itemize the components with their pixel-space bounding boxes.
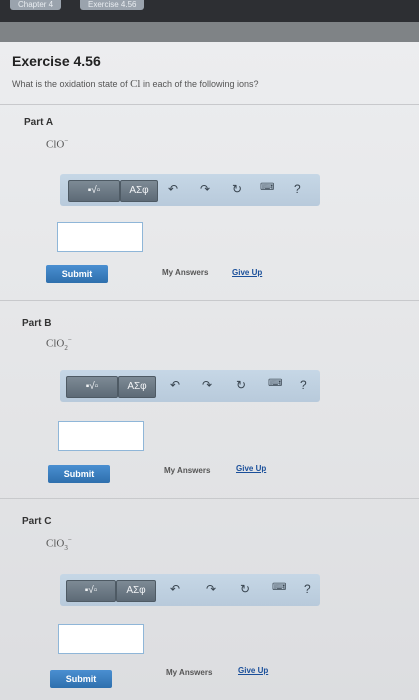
templates-button[interactable]: ▪√▫	[66, 580, 116, 602]
help-button[interactable]: ?	[300, 378, 307, 392]
redo-icon[interactable]: ↷	[200, 182, 210, 196]
part-b-give-up-link[interactable]: Give Up	[236, 464, 266, 473]
part-a-math-toolbar: ▪√▫ ΑΣφ ↶ ↷ ↻ ⌨ ?	[60, 174, 320, 206]
part-a-my-answers-link[interactable]: My Answers	[162, 268, 208, 277]
part-b-formula: ClO2−	[46, 336, 72, 352]
part-c-label: Part C	[22, 516, 52, 527]
part-a-give-up-link[interactable]: Give Up	[232, 268, 262, 277]
breadcrumb-chapter[interactable]: Chapter 4	[10, 0, 62, 10]
part-c-math-toolbar: ▪√▫ ΑΣφ ↶ ↷ ↻ ⌨ ?	[60, 574, 320, 606]
keyboard-icon[interactable]: ⌨	[260, 182, 274, 193]
keyboard-icon[interactable]: ⌨	[268, 378, 282, 389]
part-a-answer-input[interactable]	[57, 222, 143, 252]
header-band	[0, 22, 419, 42]
element-symbol: Cl	[130, 78, 141, 90]
breadcrumb-exercise[interactable]: Exercise 4.56	[80, 0, 145, 10]
part-a-submit-button[interactable]: Submit	[46, 265, 108, 283]
symbols-button[interactable]: ΑΣφ	[118, 376, 156, 398]
divider	[0, 498, 419, 499]
undo-icon[interactable]: ↶	[168, 182, 178, 196]
part-c-submit-button[interactable]: Submit	[50, 670, 112, 688]
top-nav-bar: Chapter 4 Exercise 4.56	[0, 0, 419, 22]
part-b-answer-input[interactable]	[58, 421, 144, 451]
symbols-button[interactable]: ΑΣφ	[116, 580, 156, 602]
exercise-question: What is the oxidation state of Cl in eac…	[12, 78, 259, 90]
part-b-my-answers-link[interactable]: My Answers	[164, 466, 210, 475]
keyboard-icon[interactable]: ⌨	[272, 582, 286, 593]
reset-icon[interactable]: ↻	[240, 582, 250, 596]
redo-icon[interactable]: ↷	[206, 582, 216, 596]
divider	[0, 104, 419, 105]
divider	[0, 300, 419, 301]
undo-icon[interactable]: ↶	[170, 582, 180, 596]
part-c-formula: ClO3−	[46, 536, 72, 552]
part-b-label: Part B	[22, 318, 52, 329]
part-a-label: Part A	[24, 117, 54, 128]
reset-icon[interactable]: ↻	[236, 378, 246, 392]
templates-button[interactable]: ▪√▫	[68, 180, 120, 202]
help-button[interactable]: ?	[294, 182, 301, 196]
part-b-submit-button[interactable]: Submit	[48, 465, 110, 483]
symbols-button[interactable]: ΑΣφ	[120, 180, 158, 202]
part-c-my-answers-link[interactable]: My Answers	[166, 668, 212, 677]
reset-icon[interactable]: ↻	[232, 182, 242, 196]
part-c-answer-input[interactable]	[58, 624, 144, 654]
exercise-title: Exercise 4.56	[12, 53, 101, 69]
templates-button[interactable]: ▪√▫	[66, 376, 118, 398]
help-button[interactable]: ?	[304, 582, 311, 596]
redo-icon[interactable]: ↷	[202, 378, 212, 392]
undo-icon[interactable]: ↶	[170, 378, 180, 392]
part-a-formula: ClO−	[46, 137, 69, 151]
part-b-math-toolbar: ▪√▫ ΑΣφ ↶ ↷ ↻ ⌨ ?	[60, 370, 320, 402]
part-c-give-up-link[interactable]: Give Up	[238, 666, 268, 675]
